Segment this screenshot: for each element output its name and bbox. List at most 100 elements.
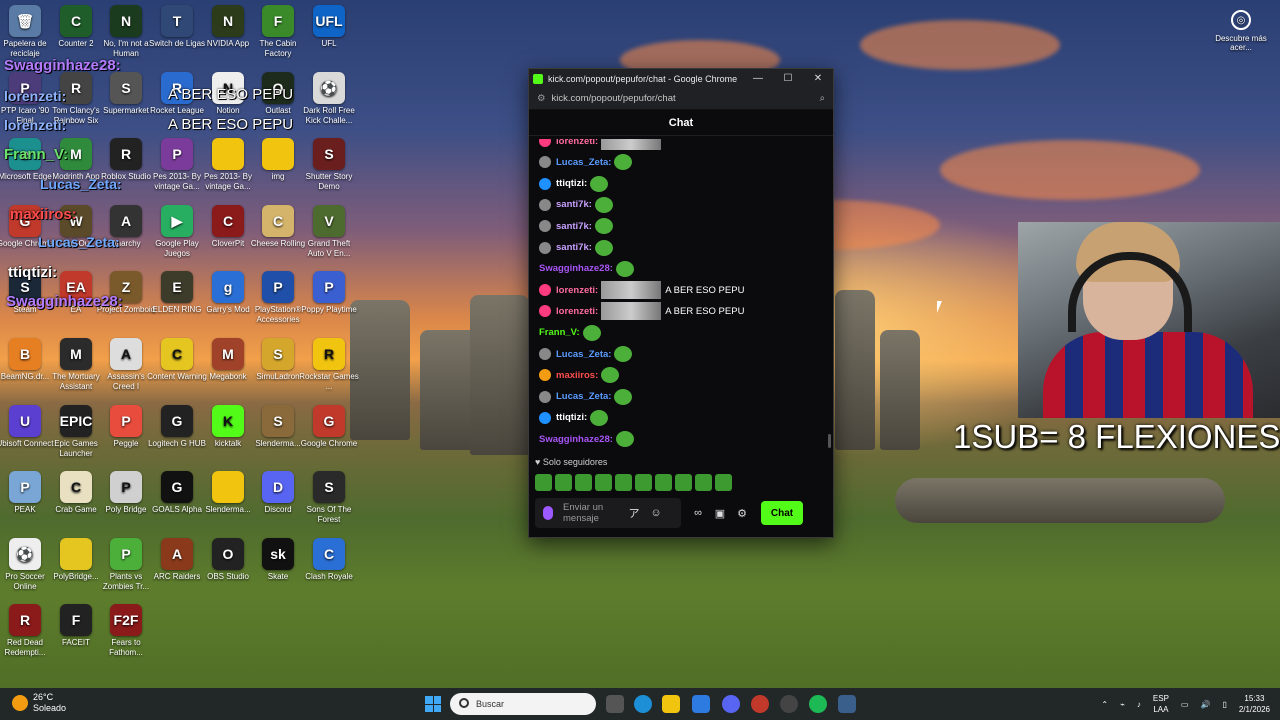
chat-message[interactable]: lorenzeti: — [539, 139, 662, 151]
app-icon: S — [262, 404, 294, 437]
explorer-taskbar-icon[interactable] — [662, 695, 680, 713]
url-bar[interactable]: ⚙ kick.com/popout/pepufor/chat ⌕ — [529, 88, 833, 110]
emote-icon — [594, 239, 613, 256]
chat-message[interactable]: santi7k: — [539, 238, 613, 258]
chat-message[interactable]: Swagginhaze28: — [539, 259, 634, 279]
minimize-button[interactable]: — — [743, 73, 773, 84]
quick-emote-icon[interactable] — [695, 474, 712, 491]
chat-message[interactable]: lorenzeti: A BER ESO PEPU — [539, 280, 744, 300]
app-icon: S — [262, 338, 294, 370]
settings-taskbar-icon[interactable] — [838, 695, 856, 713]
desktop-icon[interactable]: UFL UFL — [299, 2, 359, 68]
store-taskbar-icon[interactable] — [692, 695, 710, 713]
quick-emote-icon[interactable] — [555, 474, 572, 491]
microphone-icon[interactable] — [543, 506, 553, 520]
language-indicator[interactable]: ESP LAA — [1153, 693, 1169, 715]
edge-taskbar-icon[interactable] — [634, 695, 652, 713]
emoji-icon[interactable]: ☺ — [645, 507, 667, 519]
chat-input[interactable]: Enviar un mensaje ア ☺ — [535, 498, 681, 528]
weather-widget[interactable]: 26°C Soleado — [12, 692, 66, 714]
desktop-icon[interactable]: ⚽ Dark Roll Free Kick Challe... — [299, 69, 359, 135]
chat-message[interactable]: ttiqtizi: — [539, 408, 609, 428]
desktop-icon[interactable]: V Grand Theft Auto V En... — [299, 202, 359, 268]
chat-messages[interactable]: lorenzeti: Lucas_Zeta: ttiqtizi: santi7k: sa… — [529, 139, 833, 455]
chat-message[interactable]: Frann_V: — [539, 323, 601, 343]
quick-emote-icon[interactable] — [635, 474, 652, 491]
battery-icon[interactable]: ▯ — [1222, 700, 1226, 709]
desktop-icon[interactable]: R Rockstar Games ... — [299, 335, 359, 401]
settings-emote-icon[interactable]: ∞ — [687, 507, 709, 519]
desktop-icon[interactable]: S Shutter Story Demo — [299, 135, 359, 201]
chat-message[interactable]: lorenzeti: A BER ESO PEPU — [539, 301, 744, 321]
desktop-icon[interactable]: S Sons Of The Forest — [299, 468, 359, 534]
desktop-icon[interactable]: P Poppy Playtime — [299, 268, 359, 334]
window-titlebar[interactable]: kick.com/popout/pepufor/chat - Google Ch… — [529, 69, 833, 88]
chat-username[interactable]: Swagginhaze28: — [539, 263, 613, 274]
chat-message[interactable]: Lucas_Zeta: — [539, 344, 633, 364]
emote-quickbar[interactable] — [535, 474, 732, 491]
site-info-icon[interactable]: ⚙ — [537, 93, 546, 104]
quick-emote-icon[interactable] — [715, 474, 732, 491]
translate-icon[interactable]: ア — [623, 505, 645, 521]
desktop-icon[interactable]: G Google Chrome — [299, 402, 359, 468]
quick-emote-icon[interactable] — [615, 474, 632, 491]
chevron-up-icon[interactable]: ⌃ — [1101, 700, 1108, 709]
chat-username[interactable]: Lucas_Zeta: — [556, 391, 611, 402]
close-button[interactable]: ✕ — [803, 73, 833, 84]
start-button[interactable] — [425, 696, 441, 712]
discord-taskbar-icon[interactable] — [722, 695, 740, 713]
chat-username[interactable]: Frann_V: — [539, 327, 580, 338]
chat-popup-window[interactable]: kick.com/popout/pepufor/chat - Google Ch… — [528, 68, 834, 538]
chat-username[interactable]: santi7k: — [556, 199, 592, 210]
chat-username[interactable]: Lucas_Zeta: — [556, 157, 611, 168]
app-icon: O — [212, 537, 244, 570]
app-icon: C — [313, 537, 345, 570]
mic-tray-icon[interactable]: ♪ — [1137, 700, 1141, 709]
chat-message[interactable]: santi7k: — [539, 195, 613, 215]
send-chat-button[interactable]: Chat — [761, 501, 803, 525]
chat-username[interactable]: Lucas_Zeta: — [556, 349, 611, 360]
taskbar-search[interactable]: Buscar — [450, 693, 596, 715]
chat-username[interactable]: santi7k: — [556, 242, 592, 253]
spotify-taskbar-icon[interactable] — [809, 695, 827, 713]
monitor-icon[interactable]: ▭ — [1181, 700, 1189, 709]
quick-emote-icon[interactable] — [535, 474, 552, 491]
chat-message[interactable]: maxiiros: — [539, 365, 620, 385]
desktop-icon[interactable]: F2F Fears to Fathom... — [96, 601, 156, 667]
quick-emote-icon[interactable] — [575, 474, 592, 491]
user-badge-icon — [539, 284, 551, 297]
obs-taskbar-icon[interactable] — [780, 695, 798, 713]
weather-label: Soleado — [33, 703, 67, 713]
chat-scrollbar[interactable] — [828, 434, 831, 448]
volume-icon[interactable]: 🔊 — [1200, 700, 1210, 709]
chat-username[interactable]: lorenzeti: — [556, 306, 598, 317]
chat-username[interactable]: ttiqtizi: — [556, 178, 587, 189]
chat-username[interactable]: maxiiros: — [556, 370, 598, 381]
network-icon[interactable]: ⌁ — [1120, 700, 1125, 709]
chat-username[interactable]: lorenzeti: — [556, 139, 598, 147]
clock[interactable]: 15:33 2/1/2026 — [1239, 693, 1270, 715]
chat-username[interactable]: Swagginhaze28: — [539, 434, 613, 445]
app-icon: T — [161, 5, 193, 37]
chat-message[interactable]: Swagginhaze28: — [539, 429, 634, 449]
zoom-icon[interactable]: ⌕ — [820, 93, 825, 104]
chat-username[interactable]: lorenzeti: — [556, 285, 598, 296]
quick-emote-icon[interactable] — [595, 474, 612, 491]
app-icon: R — [110, 138, 142, 171]
task-view-icon[interactable] — [606, 695, 624, 713]
chat-username[interactable]: ttiqtizi: — [556, 412, 587, 423]
quick-emote-icon[interactable] — [675, 474, 692, 491]
discover-widget[interactable]: ◎ Descubre más acer... — [1215, 10, 1267, 52]
chrome-taskbar-icon[interactable] — [751, 695, 769, 713]
chat-message[interactable]: Lucas_Zeta: — [539, 152, 633, 172]
maximize-button[interactable]: ☐ — [773, 73, 803, 84]
gift-icon[interactable]: ▣ — [709, 507, 731, 520]
chat-message[interactable]: santi7k: — [539, 216, 613, 236]
gear-icon[interactable]: ⚙ — [731, 507, 753, 520]
chat-username[interactable]: santi7k: — [556, 221, 592, 232]
chat-message[interactable]: Lucas_Zeta: — [539, 387, 633, 407]
desktop-icon[interactable]: C Clash Royale — [299, 535, 359, 601]
chat-message[interactable]: ttiqtizi: — [539, 174, 609, 194]
desktop-icon-label: Grand Theft Auto V En... — [307, 238, 351, 258]
quick-emote-icon[interactable] — [655, 474, 672, 491]
